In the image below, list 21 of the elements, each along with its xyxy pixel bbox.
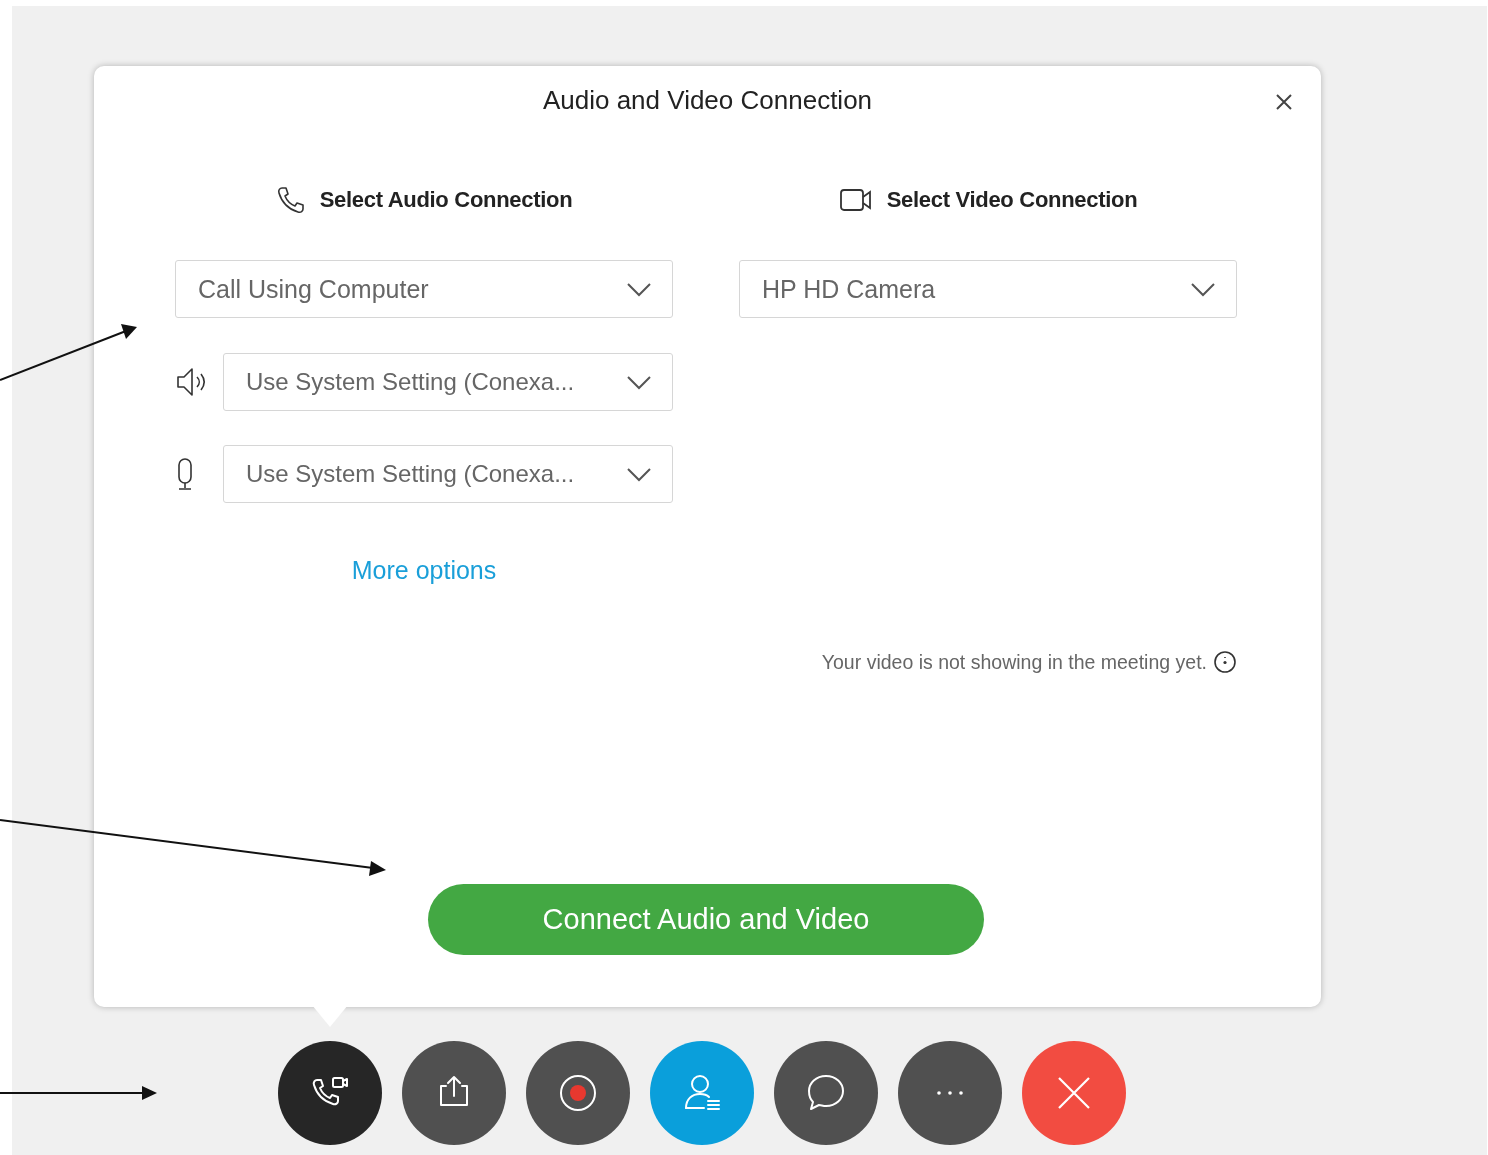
chevron-icon xyxy=(626,466,652,482)
camera-icon xyxy=(838,187,873,213)
dialog-title: Audio and Video Connection xyxy=(542,85,873,115)
connect-button[interactable]: Connect Audio and Video xyxy=(428,884,984,955)
dropdown[interactable]: Use System Setting (Conexa... xyxy=(223,353,673,411)
more-icon xyxy=(937,1091,963,1095)
close-icon xyxy=(1275,93,1293,111)
chevron-icon xyxy=(626,281,652,297)
chevron-icon xyxy=(626,374,652,390)
record-icon xyxy=(557,1072,599,1114)
dropdown[interactable]: HP HD Camera xyxy=(739,260,1237,318)
phone-icon xyxy=(275,185,306,215)
section-heading: Select Video Connection xyxy=(886,187,1138,213)
chevron-icon xyxy=(1190,281,1216,297)
microphone-icon xyxy=(175,457,195,491)
more-options-link[interactable]: More options xyxy=(351,556,497,585)
dropdown[interactable]: Call Using Computer xyxy=(175,260,673,318)
info-icon xyxy=(1213,650,1237,674)
section-heading: Select Audio Connection xyxy=(319,187,573,213)
info-text: Your video is not showing in the meeting yet. xyxy=(821,650,1207,674)
dropdown[interactable]: Use System Setting (Conexa... xyxy=(223,445,673,503)
